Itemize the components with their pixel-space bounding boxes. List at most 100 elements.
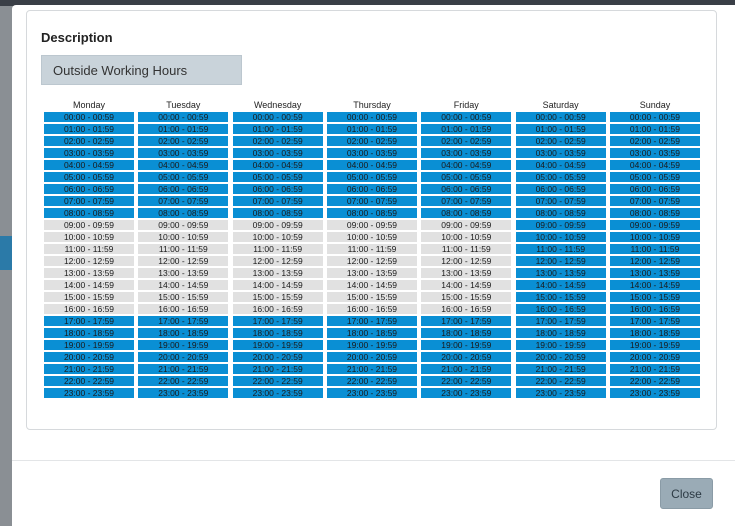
time-slot[interactable]: 09:00 - 09:59 — [232, 220, 323, 230]
time-slot[interactable]: 15:00 - 15:59 — [44, 292, 134, 302]
time-slot[interactable]: 15:00 - 15:59 — [232, 292, 323, 302]
time-slot[interactable]: 14:00 - 14:59 — [421, 280, 512, 290]
time-slot[interactable]: 21:00 - 21:59 — [609, 364, 700, 374]
time-slot[interactable]: 06:00 - 06:59 — [515, 184, 606, 194]
time-slot[interactable]: 12:00 - 12:59 — [44, 256, 134, 266]
time-slot[interactable]: 07:00 - 07:59 — [515, 196, 606, 206]
time-slot[interactable]: 19:00 - 19:59 — [44, 340, 134, 350]
time-slot[interactable]: 01:00 - 01:59 — [421, 124, 512, 134]
time-slot[interactable]: 17:00 - 17:59 — [609, 316, 700, 326]
time-slot[interactable]: 12:00 - 12:59 — [232, 256, 323, 266]
time-slot[interactable]: 13:00 - 13:59 — [232, 268, 323, 278]
time-slot[interactable]: 21:00 - 21:59 — [232, 364, 323, 374]
time-slot[interactable]: 22:00 - 22:59 — [326, 376, 417, 386]
time-slot[interactable]: 17:00 - 17:59 — [326, 316, 417, 326]
time-slot[interactable]: 02:00 - 02:59 — [609, 136, 700, 146]
time-slot[interactable]: 03:00 - 03:59 — [44, 148, 134, 158]
time-slot[interactable]: 11:00 - 11:59 — [138, 244, 229, 254]
time-slot[interactable]: 22:00 - 22:59 — [44, 376, 134, 386]
time-slot[interactable]: 05:00 - 05:59 — [232, 172, 323, 182]
time-slot[interactable]: 04:00 - 04:59 — [421, 160, 512, 170]
time-slot[interactable]: 11:00 - 11:59 — [232, 244, 323, 254]
time-slot[interactable]: 16:00 - 16:59 — [138, 304, 229, 314]
time-slot[interactable]: 18:00 - 18:59 — [515, 328, 606, 338]
time-slot[interactable]: 07:00 - 07:59 — [326, 196, 417, 206]
time-slot[interactable]: 08:00 - 08:59 — [515, 208, 606, 218]
time-slot[interactable]: 08:00 - 08:59 — [232, 208, 323, 218]
time-slot[interactable]: 08:00 - 08:59 — [326, 208, 417, 218]
time-slot[interactable]: 19:00 - 19:59 — [515, 340, 606, 350]
time-slot[interactable]: 21:00 - 21:59 — [326, 364, 417, 374]
time-slot[interactable]: 22:00 - 22:59 — [232, 376, 323, 386]
time-slot[interactable]: 17:00 - 17:59 — [515, 316, 606, 326]
time-slot[interactable]: 21:00 - 21:59 — [421, 364, 512, 374]
time-slot[interactable]: 00:00 - 00:59 — [421, 112, 512, 122]
time-slot[interactable]: 18:00 - 18:59 — [138, 328, 229, 338]
description-field[interactable]: Outside Working Hours — [41, 55, 242, 85]
time-slot[interactable]: 13:00 - 13:59 — [44, 268, 134, 278]
time-slot[interactable]: 03:00 - 03:59 — [232, 148, 323, 158]
time-slot[interactable]: 06:00 - 06:59 — [232, 184, 323, 194]
time-slot[interactable]: 01:00 - 01:59 — [515, 124, 606, 134]
time-slot[interactable]: 21:00 - 21:59 — [138, 364, 229, 374]
time-slot[interactable]: 16:00 - 16:59 — [232, 304, 323, 314]
time-slot[interactable]: 00:00 - 00:59 — [232, 112, 323, 122]
time-slot[interactable]: 04:00 - 04:59 — [515, 160, 606, 170]
time-slot[interactable]: 23:00 - 23:59 — [326, 388, 417, 398]
time-slot[interactable]: 00:00 - 00:59 — [138, 112, 229, 122]
time-slot[interactable]: 16:00 - 16:59 — [609, 304, 700, 314]
time-slot[interactable]: 11:00 - 11:59 — [515, 244, 606, 254]
time-slot[interactable]: 21:00 - 21:59 — [44, 364, 134, 374]
time-slot[interactable]: 22:00 - 22:59 — [421, 376, 512, 386]
time-slot[interactable]: 15:00 - 15:59 — [138, 292, 229, 302]
time-slot[interactable]: 04:00 - 04:59 — [44, 160, 134, 170]
time-slot[interactable]: 01:00 - 01:59 — [232, 124, 323, 134]
time-slot[interactable]: 08:00 - 08:59 — [609, 208, 700, 218]
time-slot[interactable]: 10:00 - 10:59 — [44, 232, 134, 242]
time-slot[interactable]: 09:00 - 09:59 — [421, 220, 512, 230]
time-slot[interactable]: 13:00 - 13:59 — [326, 268, 417, 278]
time-slot[interactable]: 12:00 - 12:59 — [326, 256, 417, 266]
time-slot[interactable]: 13:00 - 13:59 — [515, 268, 606, 278]
time-slot[interactable]: 17:00 - 17:59 — [232, 316, 323, 326]
time-slot[interactable]: 06:00 - 06:59 — [138, 184, 229, 194]
time-slot[interactable]: 00:00 - 00:59 — [326, 112, 417, 122]
time-slot[interactable]: 10:00 - 10:59 — [421, 232, 512, 242]
time-slot[interactable]: 21:00 - 21:59 — [515, 364, 606, 374]
time-slot[interactable]: 14:00 - 14:59 — [609, 280, 700, 290]
time-slot[interactable]: 04:00 - 04:59 — [232, 160, 323, 170]
time-slot[interactable]: 09:00 - 09:59 — [609, 220, 700, 230]
time-slot[interactable]: 23:00 - 23:59 — [421, 388, 512, 398]
time-slot[interactable]: 14:00 - 14:59 — [44, 280, 134, 290]
time-slot[interactable]: 04:00 - 04:59 — [326, 160, 417, 170]
time-slot[interactable]: 15:00 - 15:59 — [515, 292, 606, 302]
time-slot[interactable]: 14:00 - 14:59 — [232, 280, 323, 290]
time-slot[interactable]: 03:00 - 03:59 — [515, 148, 606, 158]
time-slot[interactable]: 05:00 - 05:59 — [326, 172, 417, 182]
time-slot[interactable]: 22:00 - 22:59 — [138, 376, 229, 386]
time-slot[interactable]: 02:00 - 02:59 — [138, 136, 229, 146]
time-slot[interactable]: 03:00 - 03:59 — [421, 148, 512, 158]
time-slot[interactable]: 00:00 - 00:59 — [44, 112, 134, 122]
time-slot[interactable]: 18:00 - 18:59 — [609, 328, 700, 338]
time-slot[interactable]: 12:00 - 12:59 — [138, 256, 229, 266]
time-slot[interactable]: 18:00 - 18:59 — [326, 328, 417, 338]
time-slot[interactable]: 10:00 - 10:59 — [232, 232, 323, 242]
time-slot[interactable]: 18:00 - 18:59 — [232, 328, 323, 338]
time-slot[interactable]: 11:00 - 11:59 — [44, 244, 134, 254]
time-slot[interactable]: 04:00 - 04:59 — [609, 160, 700, 170]
time-slot[interactable]: 20:00 - 20:59 — [44, 352, 134, 362]
time-slot[interactable]: 16:00 - 16:59 — [44, 304, 134, 314]
time-slot[interactable]: 20:00 - 20:59 — [232, 352, 323, 362]
time-slot[interactable]: 23:00 - 23:59 — [44, 388, 134, 398]
time-slot[interactable]: 13:00 - 13:59 — [609, 268, 700, 278]
time-slot[interactable]: 02:00 - 02:59 — [515, 136, 606, 146]
time-slot[interactable]: 20:00 - 20:59 — [609, 352, 700, 362]
time-slot[interactable]: 01:00 - 01:59 — [609, 124, 700, 134]
time-slot[interactable]: 07:00 - 07:59 — [138, 196, 229, 206]
time-slot[interactable]: 10:00 - 10:59 — [609, 232, 700, 242]
time-slot[interactable]: 13:00 - 13:59 — [421, 268, 512, 278]
time-slot[interactable]: 07:00 - 07:59 — [232, 196, 323, 206]
time-slot[interactable]: 12:00 - 12:59 — [609, 256, 700, 266]
time-slot[interactable]: 05:00 - 05:59 — [515, 172, 606, 182]
